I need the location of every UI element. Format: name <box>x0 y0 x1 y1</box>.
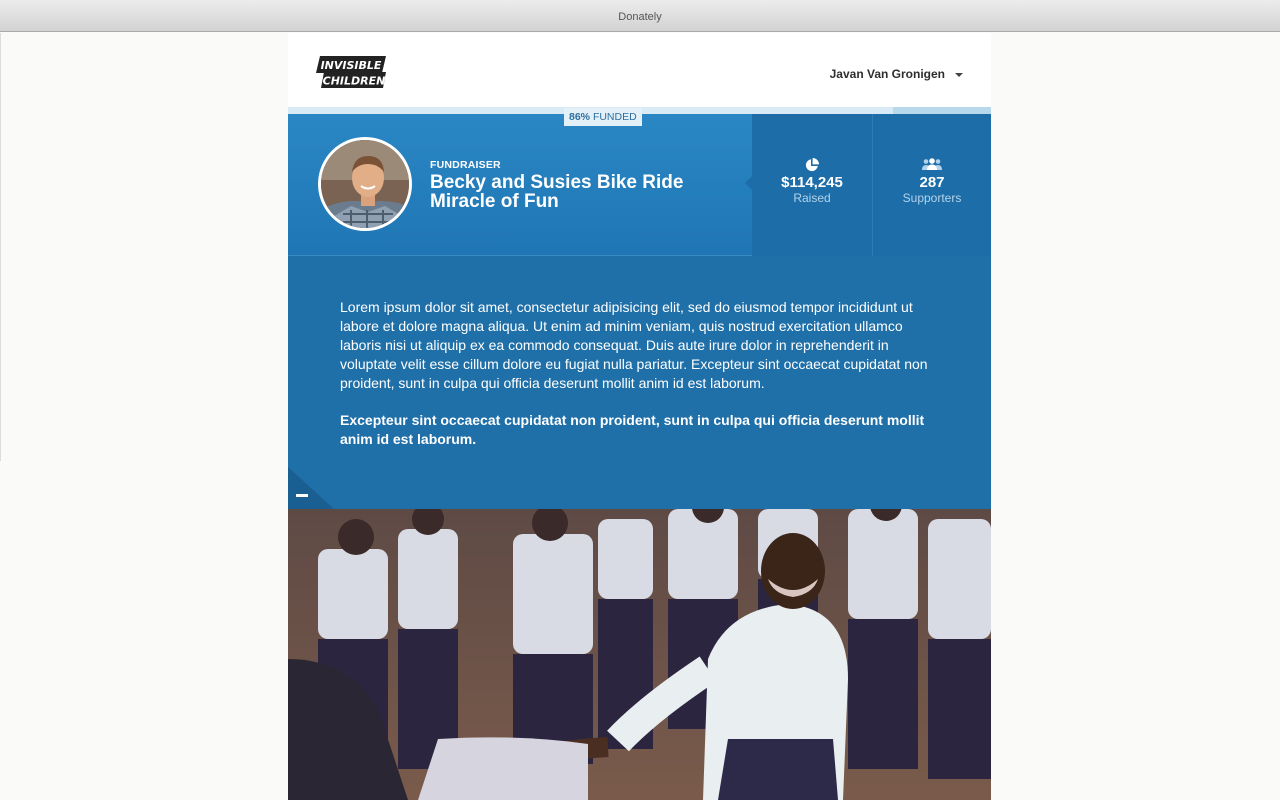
invisible-children-logo[interactable]: INVISIBLE CHILDREN <box>316 55 386 88</box>
collapse-icon[interactable] <box>296 494 308 497</box>
supporters-value: 287 <box>919 174 945 191</box>
description-bold-paragraph: Excepteur sint occaecat cupidatat non pr… <box>340 412 925 447</box>
campaign-photo-image <box>288 509 991 800</box>
raised-label: Raised <box>793 191 831 205</box>
raised-stat: $114,245 Raised <box>745 114 872 256</box>
pie-chart-icon <box>805 158 819 172</box>
supporters-stat: 287 Supporters <box>872 114 991 256</box>
corner-tab <box>288 467 334 509</box>
avatar-photo <box>321 140 409 228</box>
window-title: Donately <box>618 11 662 23</box>
fundraiser-hero: FUNDRAISER Becky and Susies Bike Ride Mi… <box>288 114 991 256</box>
campaign-photo <box>288 509 991 800</box>
user-name: Javan Van Gronigen <box>829 67 945 81</box>
window-divider <box>0 33 1 461</box>
stat-pointer <box>745 176 752 190</box>
window-title-bar: Donately <box>0 0 1280 32</box>
funded-label: FUNDED <box>592 111 637 123</box>
raised-value: $114,245 <box>781 174 843 191</box>
page-header: INVISIBLE CHILDREN Javan Van Gronigen <box>288 33 991 107</box>
campaign-page: INVISIBLE CHILDREN Javan Van Gronigen 86… <box>288 33 991 800</box>
fundraiser-title-line-1: Becky and Susies Bike Ride <box>430 172 684 193</box>
chevron-down-icon <box>955 72 963 77</box>
supporters-label: Supporters <box>902 191 962 205</box>
logo-line-1: INVISIBLE <box>321 59 382 72</box>
people-icon <box>922 158 942 170</box>
fundraiser-title-line-2: Miracle of Fun <box>430 191 559 212</box>
stats-panel: $114,245 Raised 287 Supporters <box>745 114 991 256</box>
description-paragraph: Lorem ipsum dolor sit amet, consectetur … <box>340 299 928 391</box>
fundraiser-heading: FUNDRAISER Becky and Susies Bike Ride Mi… <box>430 159 683 211</box>
logo-line-2: CHILDREN <box>323 75 386 88</box>
campaign-description: Lorem ipsum dolor sit amet, consectetur … <box>288 256 991 509</box>
funded-percent: 86% <box>569 111 591 123</box>
user-menu[interactable]: Javan Van Gronigen <box>830 67 963 81</box>
fundraiser-eyebrow: FUNDRAISER <box>430 159 501 171</box>
avatar[interactable] <box>318 137 412 231</box>
funded-badge: 86% FUNDED <box>564 108 642 126</box>
